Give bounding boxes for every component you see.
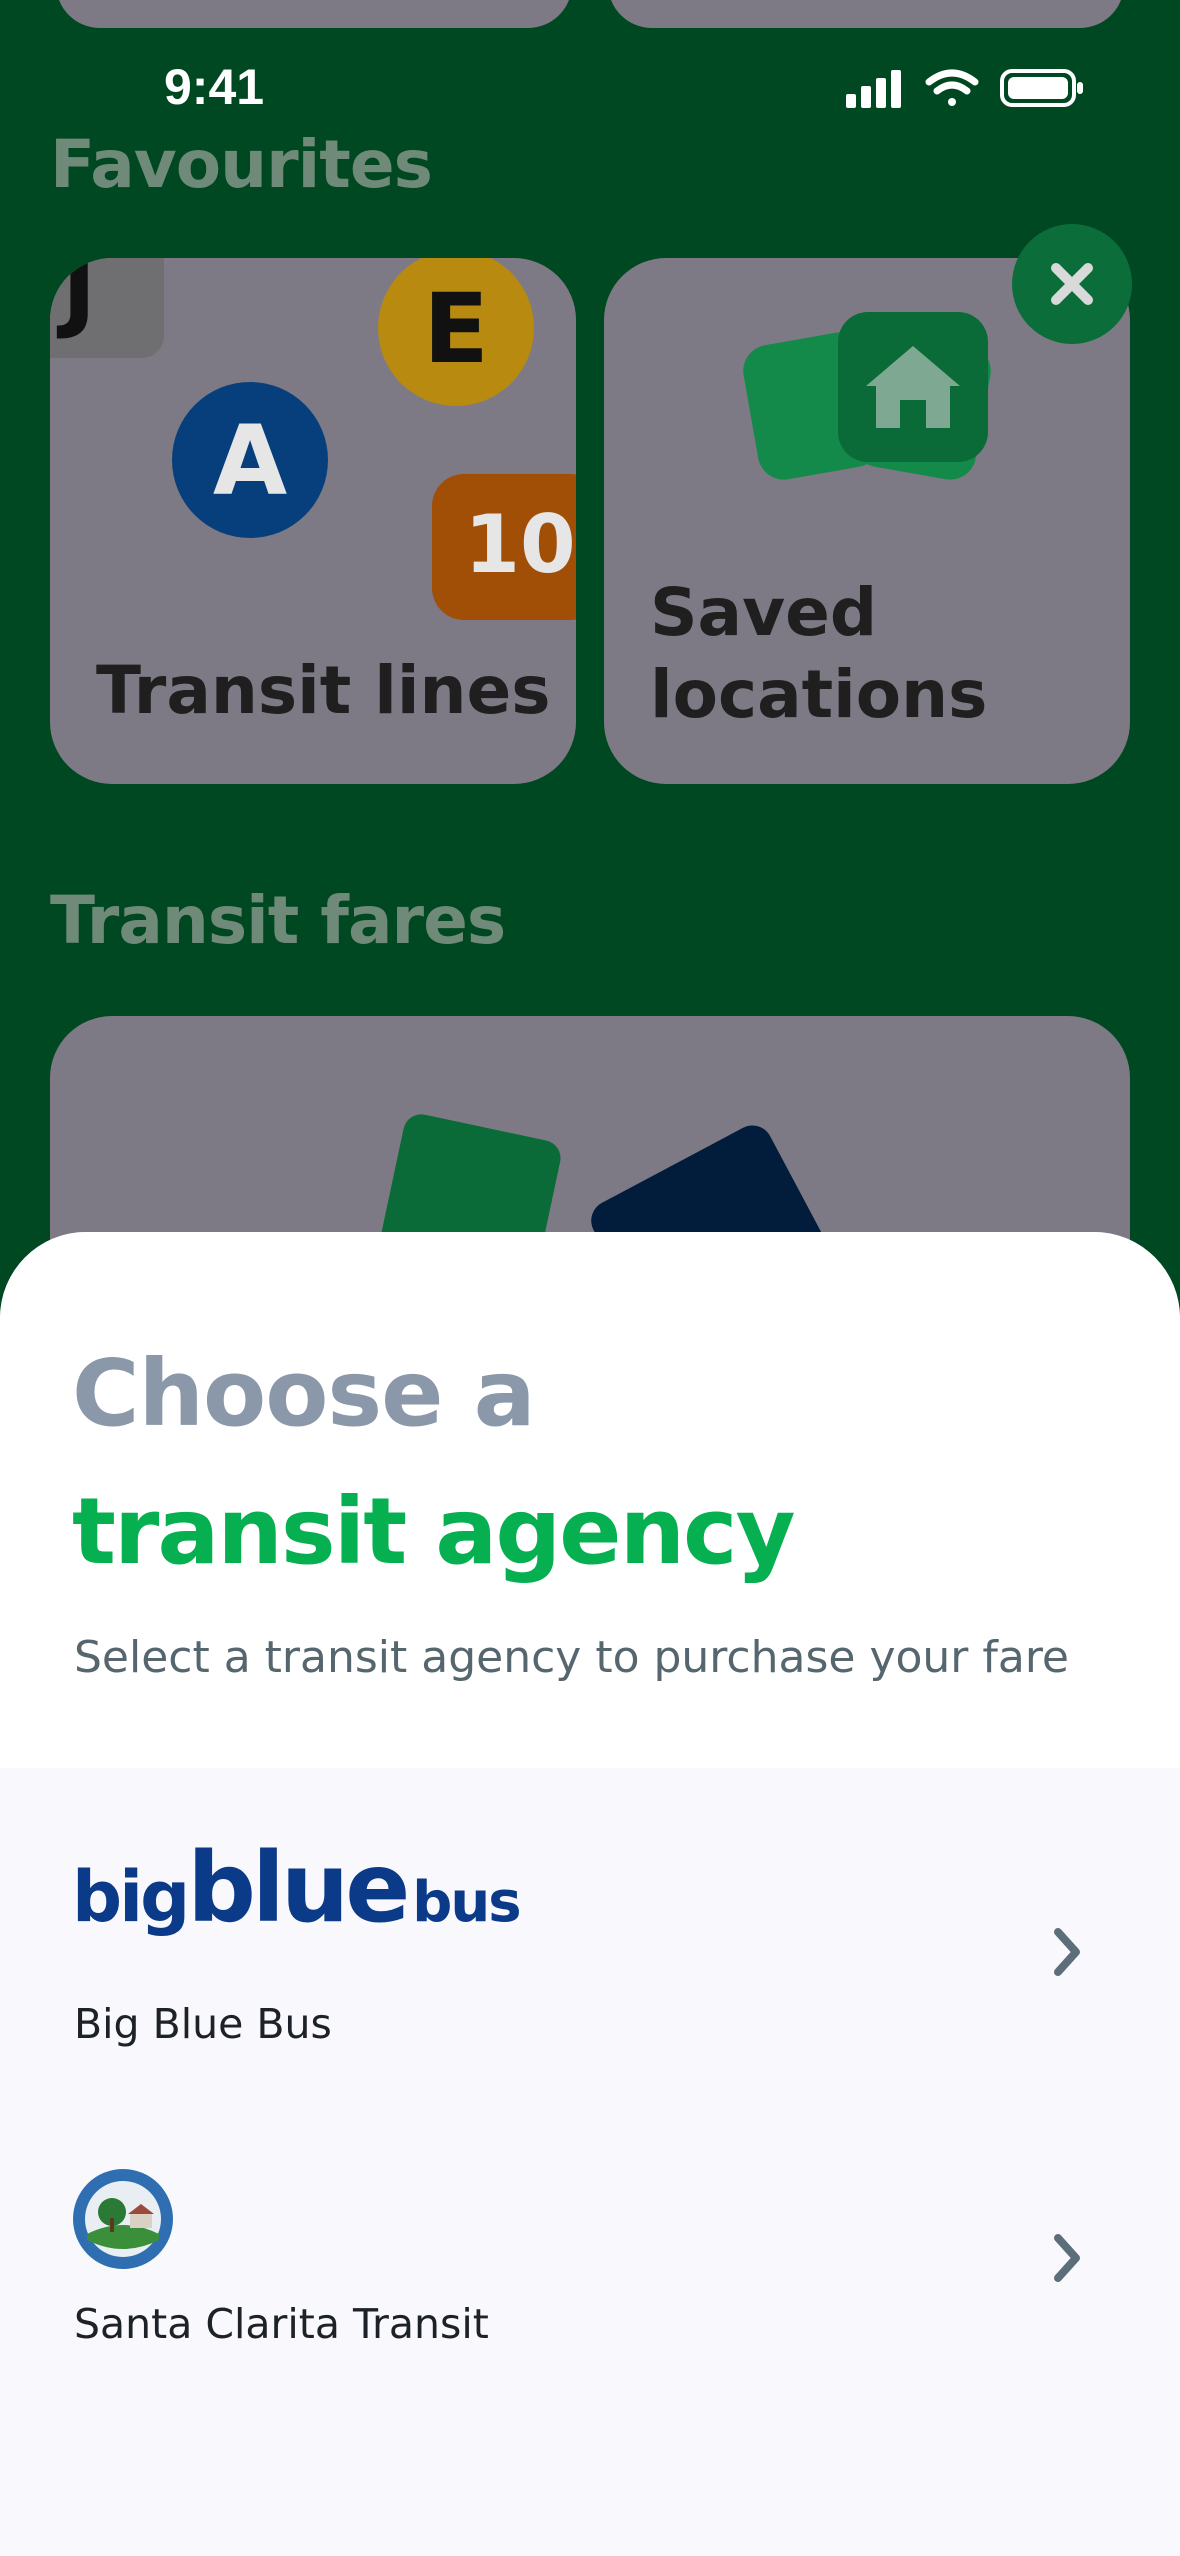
wifi-icon (925, 69, 979, 106)
sheet-heading-line2: transit agency (72, 1478, 796, 1585)
svg-text:J: J (56, 258, 96, 342)
big-blue-bus-logo: bigblue bus (72, 1832, 522, 1944)
sheet-heading-line1: Choose a (72, 1340, 536, 1447)
signal-wifi-battery-icon (846, 69, 1083, 108)
transit-fares-title: Transit fares (50, 882, 506, 959)
close-icon (1051, 263, 1093, 305)
close-button[interactable] (1012, 224, 1132, 344)
santa-clarita-seal-icon (73, 2169, 173, 2269)
svg-text:10: 10 (464, 498, 575, 591)
battery-icon (1000, 69, 1083, 107)
transit-lines-card[interactable]: J E A 10 Transit lines (50, 258, 576, 784)
favourites-title: Favourites (50, 126, 433, 203)
top-card-right (608, 0, 1124, 28)
agency-sheet: Choose a transit agency Select a transit… (0, 1232, 1180, 2556)
top-card-left (56, 0, 572, 28)
agency-name: Santa Clarita Transit (74, 2300, 489, 2348)
agency-row-santa-clarita[interactable]: Santa Clarita Transit (0, 2168, 1180, 2468)
chevron-right-icon (1054, 2234, 1080, 2282)
svg-text:A: A (213, 405, 287, 517)
transit-lines-label: Transit lines (96, 652, 551, 729)
agency-row-big-blue-bus[interactable]: bigblue bus Big Blue Bus (0, 1832, 1180, 2132)
saved-locations-label: Saved locations (650, 574, 988, 733)
status-time: 9:41 (164, 59, 265, 115)
chevron-right-icon (1054, 1928, 1080, 1976)
agency-name: Big Blue Bus (74, 2000, 332, 2048)
signal-icon (846, 70, 901, 108)
sheet-subtitle: Select a transit agency to purchase your… (74, 1632, 1070, 1683)
sheet-header: Choose a transit agency Select a transit… (0, 1232, 1180, 1768)
svg-text:E: E (423, 273, 489, 385)
status-icons (846, 66, 1086, 110)
